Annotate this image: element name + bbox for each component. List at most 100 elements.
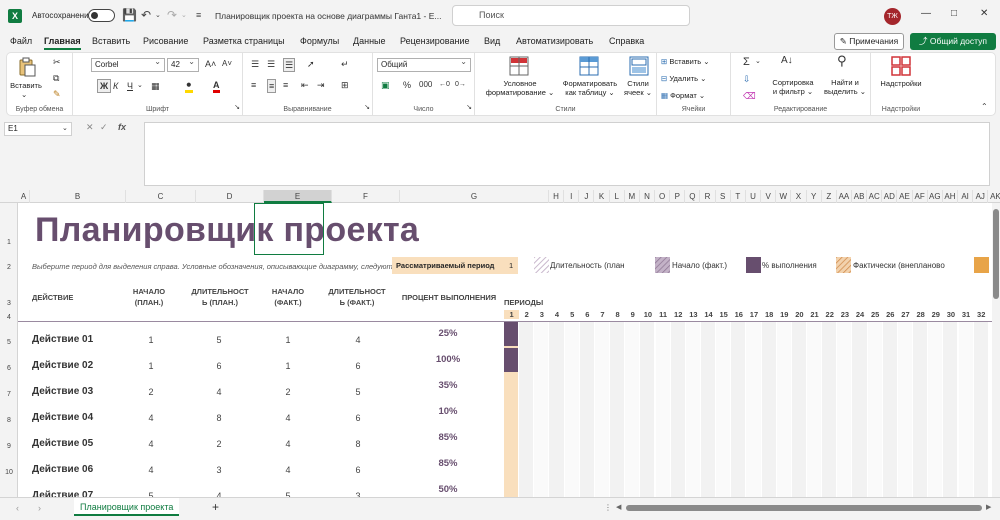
align-center-icon[interactable]: ≡ <box>267 79 277 93</box>
column-header-o[interactable]: O <box>655 190 671 203</box>
period-number[interactable]: 3 <box>534 310 549 319</box>
period-number[interactable]: 22 <box>822 310 837 319</box>
align-bottom-icon[interactable]: ☰ <box>283 58 296 72</box>
save-icon[interactable]: 💾 <box>122 8 137 22</box>
percent-complete-value[interactable]: 35% <box>428 380 468 391</box>
percent-complete-value[interactable]: 85% <box>428 432 468 443</box>
column-header-af[interactable]: AF <box>913 190 928 203</box>
column-header-ag[interactable]: AG <box>928 190 943 203</box>
number-dialog-launcher-icon[interactable]: ↘ <box>466 102 472 114</box>
percent-complete-value[interactable]: 85% <box>428 458 468 469</box>
sheet-title[interactable]: Планировщик проекта <box>35 211 419 250</box>
undo-dropdown-icon[interactable]: ⌄ <box>155 11 161 19</box>
period-number[interactable]: 15 <box>716 310 731 319</box>
avatar[interactable]: ТЖ <box>884 8 901 25</box>
period-number[interactable]: 6 <box>580 310 595 319</box>
selected-cell-e1[interactable] <box>254 203 324 255</box>
column-header-x[interactable]: X <box>791 190 807 203</box>
tab-review[interactable]: Рецензирование <box>400 36 470 46</box>
paste-label[interactable]: Вставить <box>7 81 45 90</box>
period-number[interactable]: 5 <box>565 310 580 319</box>
conditional-formatting-label[interactable]: Условное форматирование ⌄ <box>481 79 559 97</box>
actual-duration-value[interactable]: 8 <box>338 439 378 449</box>
plan-start-value[interactable]: 4 <box>131 413 171 423</box>
alignment-dialog-launcher-icon[interactable]: ↘ <box>364 102 370 114</box>
actual-duration-value[interactable]: 6 <box>338 361 378 371</box>
align-right-icon[interactable]: ≡ <box>283 79 288 91</box>
period-number[interactable]: 9 <box>625 310 640 319</box>
currency-icon[interactable]: ▣ <box>381 79 390 91</box>
find-select-icon[interactable]: ⚲ <box>837 54 847 67</box>
actual-start-value[interactable]: 1 <box>268 335 308 345</box>
plan-duration-value[interactable]: 3 <box>199 465 239 475</box>
period-number[interactable]: 31 <box>959 310 974 319</box>
actual-duration-value[interactable]: 4 <box>338 335 378 345</box>
prev-sheet-icon[interactable]: ‹ <box>16 502 19 514</box>
font-dialog-launcher-icon[interactable]: ↘ <box>234 102 240 114</box>
scroll-left-icon[interactable]: ◀ <box>616 502 621 514</box>
actual-start-value[interactable]: 4 <box>268 439 308 449</box>
font-grow-icon[interactable]: A˄ <box>205 58 216 70</box>
align-middle-icon[interactable]: ☰ <box>267 58 275 70</box>
plan-duration-value[interactable]: 8 <box>199 413 239 423</box>
plan-duration-value[interactable]: 2 <box>199 439 239 449</box>
column-header-q[interactable]: Q <box>685 190 701 203</box>
actual-duration-value[interactable]: 6 <box>338 465 378 475</box>
column-header-e[interactable]: E <box>264 190 332 203</box>
decrease-indent-icon[interactable]: ⇤ <box>301 79 309 91</box>
notes-button[interactable]: ✎ Примечания <box>834 33 904 50</box>
column-header-h[interactable]: H <box>549 190 565 203</box>
activity-name[interactable]: Действие 07 <box>32 490 93 497</box>
period-number[interactable]: 23 <box>837 310 852 319</box>
search-input[interactable]: Поиск <box>452 5 690 26</box>
column-header-y[interactable]: Y <box>807 190 822 203</box>
tab-data[interactable]: Данные <box>353 36 386 46</box>
plan-start-value[interactable]: 1 <box>131 361 171 371</box>
font-name-select[interactable]: Corbel <box>91 56 165 72</box>
customize-toolbar-icon[interactable]: ≡ <box>196 10 201 20</box>
plan-duration-value[interactable]: 6 <box>199 361 239 371</box>
cell-styles-icon[interactable] <box>629 56 649 76</box>
row-header[interactable]: 8 <box>0 417 18 424</box>
autosum-dropdown-icon[interactable]: ⌄ <box>755 56 761 68</box>
period-number[interactable]: 18 <box>762 310 777 319</box>
conditional-formatting-icon[interactable] <box>509 56 529 76</box>
row-header[interactable]: 10 <box>0 469 18 476</box>
minimize-icon[interactable]: — <box>921 8 931 19</box>
sort-filter-icon[interactable]: A↓ <box>781 55 793 67</box>
row-header[interactable]: 9 <box>0 443 18 450</box>
row-header[interactable]: 1 <box>0 239 18 246</box>
orientation-icon[interactable]: ➚ <box>307 58 315 70</box>
period-value[interactable]: 1 <box>509 257 513 274</box>
redo-icon[interactable]: ↷ <box>167 8 177 22</box>
cells-insert-button[interactable]: ⊞ Вставить ⌄ <box>661 57 710 67</box>
sheet-options-icon[interactable]: ⋮ <box>604 502 612 514</box>
tab-home[interactable]: Главная <box>44 36 81 50</box>
column-header-f[interactable]: F <box>332 190 400 203</box>
plan-start-value[interactable]: 2 <box>131 387 171 397</box>
font-color-icon[interactable]: A <box>213 80 220 93</box>
actual-duration-value[interactable]: 6 <box>338 413 378 423</box>
column-header-ac[interactable]: AC <box>867 190 883 203</box>
activity-name[interactable]: Действие 03 <box>32 386 93 397</box>
tab-formulas[interactable]: Формулы <box>300 36 339 46</box>
period-number[interactable]: 20 <box>792 310 807 319</box>
period-number[interactable]: 32 <box>974 310 989 319</box>
name-box-dropdown-icon[interactable]: ⌄ <box>62 123 68 135</box>
align-top-icon[interactable]: ☰ <box>251 58 259 70</box>
find-select-label[interactable]: Найти и выделить ⌄ <box>823 78 867 96</box>
thousands-icon[interactable]: 000 <box>419 79 432 91</box>
actual-start-value[interactable]: 1 <box>268 361 308 371</box>
period-number[interactable]: 11 <box>656 310 671 319</box>
percent-icon[interactable]: % <box>403 79 411 91</box>
column-header-t[interactable]: T <box>731 190 746 203</box>
column-header-ah[interactable]: AH <box>943 190 959 203</box>
column-header-z[interactable]: Z <box>822 190 837 203</box>
header-activity[interactable]: ДЕЙСТВИЕ <box>32 292 73 303</box>
period-number[interactable]: 25 <box>868 310 883 319</box>
share-button[interactable]: ⤴ Общий доступ <box>910 33 996 50</box>
activity-name[interactable]: Действие 01 <box>32 334 93 345</box>
cell-styles-label[interactable]: Стили ячеек ⌄ <box>621 79 655 97</box>
actual-start-value[interactable]: 4 <box>268 465 308 475</box>
format-painter-icon[interactable]: ✎ <box>53 88 61 100</box>
